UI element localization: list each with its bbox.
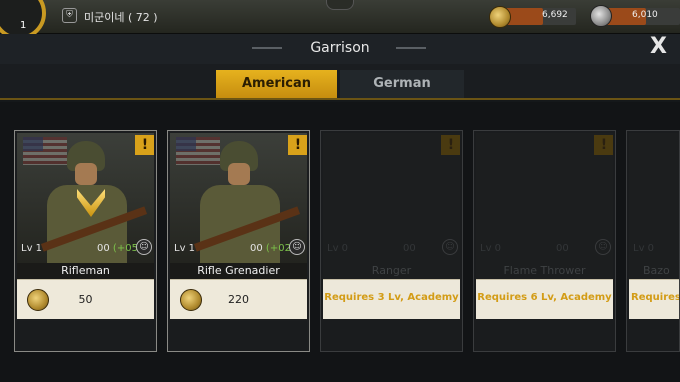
- unit-card-rifleman[interactable]: ! Lv 1 00 (+05) ☺ Rifleman 50: [14, 130, 157, 352]
- window-header: Garrison X: [0, 34, 680, 64]
- unit-stat: 00 (+02): [250, 243, 295, 254]
- requirement-panel: Requires 3 Lv, Academy: [323, 279, 460, 319]
- unit-card-rifle-grenadier[interactable]: ! Lv 1 00 (+02) ☺ Rifle Grenadier 220: [167, 130, 310, 352]
- unit-card-bazooka[interactable]: Lv 0 Bazo Requires: [626, 130, 680, 352]
- soldier-face: [75, 163, 97, 185]
- flame-thrower-portrait: ! Lv 0 00 ☺: [476, 133, 613, 263]
- faction-tabs: American German: [0, 64, 680, 100]
- person-icon: ☺: [595, 239, 611, 255]
- requirement-panel: Requires 6 Lv, Academy: [476, 279, 613, 319]
- person-icon[interactable]: ☺: [136, 239, 152, 255]
- unit-requirement: Requires 3 Lv, Academy: [324, 292, 459, 303]
- unit-requirement: Requires 6 Lv, Academy: [477, 292, 612, 303]
- tab-american[interactable]: American: [216, 70, 337, 98]
- unit-name: Bazo: [629, 263, 679, 279]
- unit-stat: 00 (+05): [97, 243, 142, 254]
- close-button[interactable]: X: [650, 34, 667, 59]
- bazooka-portrait: Lv 0: [629, 133, 679, 263]
- steel-icon: [590, 5, 612, 27]
- player-level: 1: [20, 20, 27, 31]
- warning-icon[interactable]: !: [288, 135, 307, 155]
- recruit-cost-button[interactable]: 220: [170, 279, 307, 319]
- us-flag-canton: [23, 137, 43, 151]
- top-center-handle[interactable]: [326, 0, 354, 10]
- unit-stat-value: 00: [97, 243, 110, 254]
- unit-name: Flame Thrower: [476, 263, 613, 279]
- ranger-portrait: ! Lv 0 00 ☺: [323, 133, 460, 263]
- rifle-grenadier-portrait: ! Lv 1 00 (+02) ☺: [170, 133, 307, 263]
- card-footer: [170, 321, 307, 351]
- soldier-face: [228, 163, 250, 185]
- unit-name: Ranger: [323, 263, 460, 279]
- unit-level: Lv 0: [327, 243, 349, 254]
- top-bar: 1 ⛨ 미군이네 ( 72 ) 6,692 6,010: [0, 0, 680, 40]
- warning-icon: !: [441, 135, 460, 155]
- unit-requirement: Requires: [631, 292, 680, 303]
- recruit-cost-button[interactable]: 50: [17, 279, 154, 319]
- unit-level: Lv 0: [633, 243, 655, 254]
- warning-icon[interactable]: !: [135, 135, 154, 155]
- rifleman-portrait: ! Lv 1 00 (+05) ☺: [17, 133, 154, 263]
- tab-german[interactable]: German: [340, 70, 464, 98]
- unit-cost: 220: [228, 293, 249, 306]
- card-footer: [17, 321, 154, 351]
- shield-rank-icon: ⛨: [62, 8, 77, 23]
- steel-amount: 6,010: [632, 10, 658, 20]
- unit-stat: 00: [403, 243, 416, 254]
- person-icon[interactable]: ☺: [289, 239, 305, 255]
- unit-name: Rifleman: [17, 263, 154, 279]
- us-flag-canton: [176, 137, 196, 151]
- requirement-panel: Requires: [629, 279, 680, 319]
- header-divider-right: [396, 47, 426, 49]
- person-icon: ☺: [442, 239, 458, 255]
- window-title: Garrison: [310, 40, 370, 56]
- unit-level: Lv 1: [174, 243, 196, 254]
- unit-level: Lv 0: [480, 243, 502, 254]
- unit-cost: 50: [78, 293, 93, 306]
- warning-icon: !: [594, 135, 613, 155]
- unit-card-ranger[interactable]: ! Lv 0 00 ☺ Ranger Requires 3 Lv, Academ…: [320, 130, 463, 352]
- card-footer: [323, 321, 460, 351]
- unit-stat-value: 00: [250, 243, 263, 254]
- gold-coin-icon: [489, 6, 511, 28]
- player-name[interactable]: 미군이네 ( 72 ): [84, 9, 158, 25]
- unit-level: Lv 1: [21, 243, 43, 254]
- card-footer: [629, 321, 679, 351]
- unit-stat: 00: [556, 243, 569, 254]
- unit-name: Rifle Grenadier: [170, 263, 307, 279]
- gold-amount: 6,692: [542, 10, 568, 20]
- card-footer: [476, 321, 613, 351]
- unit-card-flame-thrower[interactable]: ! Lv 0 00 ☺ Flame Thrower Requires 6 Lv,…: [473, 130, 616, 352]
